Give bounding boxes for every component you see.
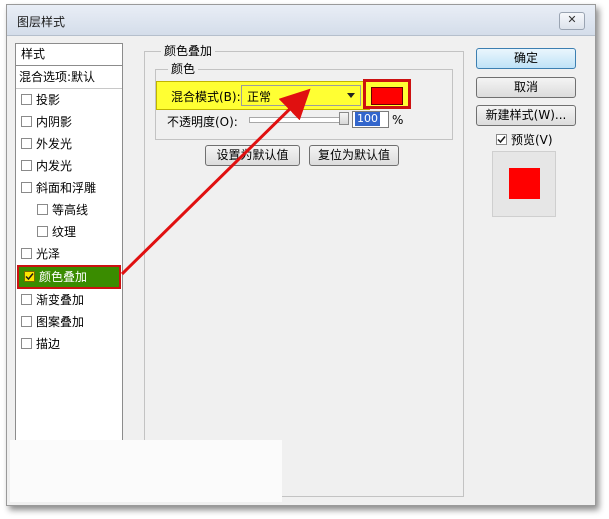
opacity-unit: % <box>392 113 404 127</box>
style-item[interactable]: 图案叠加 <box>16 311 122 333</box>
style-item-checkbox[interactable] <box>21 294 32 305</box>
style-item[interactable]: 投影 <box>16 89 122 111</box>
style-item[interactable]: 斜面和浮雕 <box>16 177 122 199</box>
style-item-checkbox[interactable] <box>21 138 32 149</box>
chevron-down-icon <box>347 93 355 98</box>
style-item-checkbox[interactable] <box>24 271 35 282</box>
style-item[interactable]: 颜色叠加 <box>17 265 121 289</box>
preview-label: 预览(V) <box>511 133 553 147</box>
styles-list: 样式 混合选项:默认 投影内阴影外发光内发光斜面和浮雕等高线纹理光泽颜色叠加渐变… <box>15 43 123 497</box>
style-item-label: 投影 <box>36 93 61 107</box>
overlay-color-swatch[interactable] <box>371 87 403 105</box>
style-item-checkbox[interactable] <box>21 116 32 127</box>
styles-header: 样式 <box>16 44 122 66</box>
title-bar: 图层样式 ✕ <box>7 5 595 36</box>
preview-color-sample <box>509 168 540 199</box>
style-item-label: 内阴影 <box>36 115 73 129</box>
style-item-label: 等高线 <box>52 203 89 217</box>
style-item[interactable]: 等高线 <box>16 199 122 221</box>
style-item-checkbox[interactable] <box>21 160 32 171</box>
blending-options-item[interactable]: 混合选项:默认 <box>16 66 122 89</box>
blend-mode-select[interactable]: 正常 <box>241 85 361 106</box>
check-icon <box>497 136 506 144</box>
style-item-label: 渐变叠加 <box>36 293 85 307</box>
preview-toggle[interactable]: 预览(V) <box>496 131 553 148</box>
cancel-button[interactable]: 取消 <box>476 77 576 98</box>
style-item-label: 内发光 <box>36 159 73 173</box>
style-item-checkbox[interactable] <box>37 204 48 215</box>
style-item-label: 颜色叠加 <box>39 270 88 284</box>
style-item-checkbox[interactable] <box>21 316 32 327</box>
check-icon <box>25 273 34 281</box>
blend-mode-value: 正常 <box>247 90 272 104</box>
style-item-label: 纹理 <box>52 225 77 239</box>
blend-mode-label: 混合模式(B): <box>171 90 241 104</box>
set-default-button[interactable]: 设置为默认值 <box>205 145 300 166</box>
reset-default-button[interactable]: 复位为默认值 <box>309 145 399 166</box>
style-item-label: 外发光 <box>36 137 73 151</box>
opacity-label: 不透明度(O): <box>167 115 238 129</box>
opacity-input[interactable]: 100 <box>352 111 389 128</box>
style-item-checkbox[interactable] <box>21 248 32 259</box>
style-item-label: 图案叠加 <box>36 315 85 329</box>
style-item[interactable]: 纹理 <box>16 221 122 243</box>
new-style-button[interactable]: 新建样式(W)... <box>476 105 576 126</box>
opacity-value: 100 <box>355 112 380 126</box>
close-button[interactable]: ✕ <box>559 12 585 30</box>
color-subgroup-title: 颜色 <box>168 62 199 76</box>
overlay-color-highlight <box>363 79 411 109</box>
style-item-checkbox[interactable] <box>37 226 48 237</box>
style-item[interactable]: 光泽 <box>16 243 122 265</box>
style-item-checkbox[interactable] <box>21 94 32 105</box>
style-item-label: 描边 <box>36 337 61 351</box>
opacity-slider-track[interactable] <box>249 117 348 123</box>
close-icon: ✕ <box>567 13 577 26</box>
style-item-label: 斜面和浮雕 <box>36 181 97 195</box>
style-item[interactable]: 外发光 <box>16 133 122 155</box>
preview-checkbox[interactable] <box>496 134 507 145</box>
color-overlay-group-title: 颜色叠加 <box>161 44 216 58</box>
style-item[interactable]: 渐变叠加 <box>16 289 122 311</box>
style-item-label: 光泽 <box>36 247 61 261</box>
blurred-region <box>10 440 282 502</box>
dialog-title: 图层样式 <box>17 15 66 29</box>
style-item[interactable]: 内阴影 <box>16 111 122 133</box>
style-item[interactable]: 内发光 <box>16 155 122 177</box>
style-item-checkbox[interactable] <box>21 182 32 193</box>
style-item[interactable]: 描边 <box>16 333 122 355</box>
preview-thumbnail <box>492 151 556 217</box>
blend-mode-row: 混合模式(B): 正常 <box>156 81 370 110</box>
opacity-slider-thumb[interactable] <box>339 112 349 125</box>
style-item-checkbox[interactable] <box>21 338 32 349</box>
ok-button[interactable]: 确定 <box>476 48 576 69</box>
